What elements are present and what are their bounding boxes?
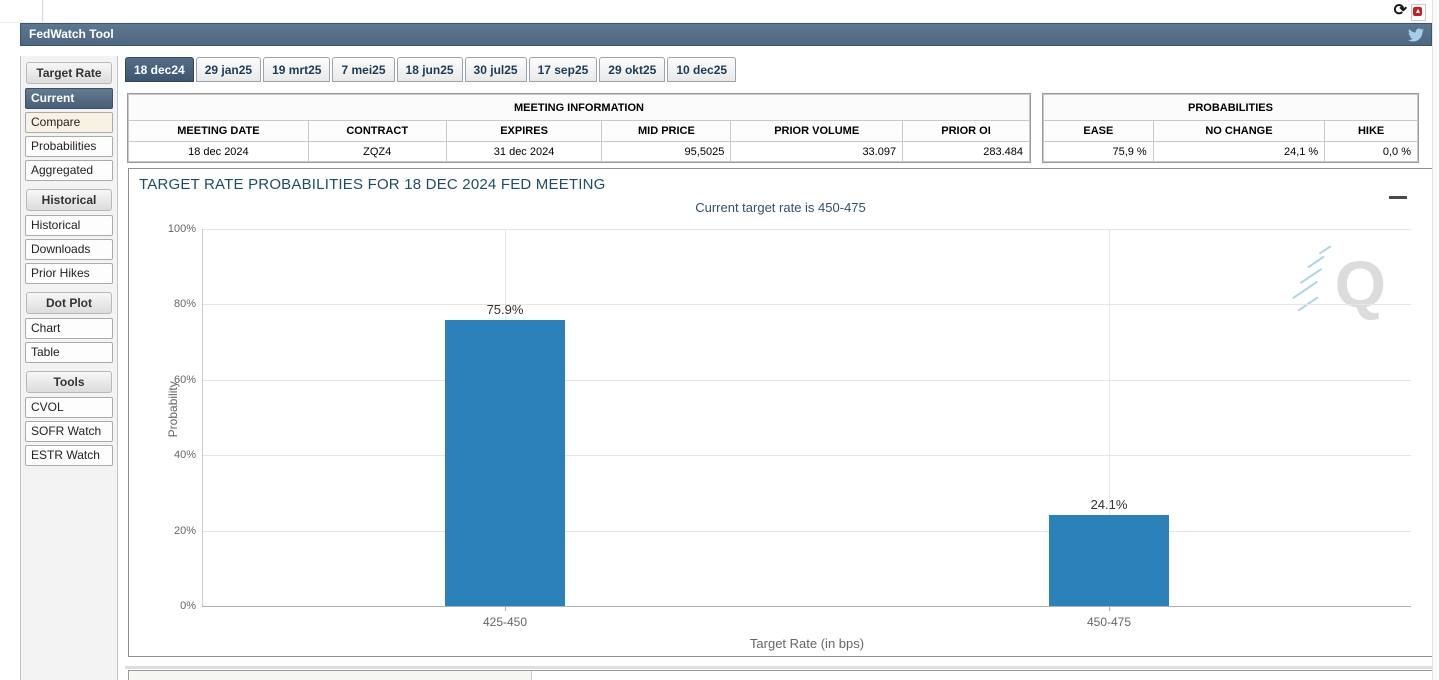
probabilities-value: 75,9 % — [1043, 141, 1154, 162]
meeting_info-col-prior-oi: PRIOR OI — [902, 120, 1030, 142]
sidebar-item-probabilities[interactable]: Probabilities — [25, 136, 113, 157]
panel-gap — [125, 666, 1433, 669]
tab-18-dec24[interactable]: 18 dec24 — [125, 57, 194, 82]
probabilities-col-ease: EASE — [1043, 120, 1154, 142]
probabilities-col-hike: HIKE — [1324, 120, 1418, 142]
probabilities-header-row: EASE NO CHANGE HIKE — [1043, 120, 1418, 142]
sidebar-section-target-rate: Target Rate — [26, 62, 112, 84]
y-tick-label: 20% — [173, 524, 196, 537]
sidebar-item-sofr-watch[interactable]: SOFR Watch — [25, 421, 113, 442]
meeting_info-value: 95,5025 — [601, 141, 732, 162]
page-right-edge — [1432, 0, 1439, 680]
hamburger-bar — [1389, 195, 1407, 199]
sidebar: Target Rate Current Compare Probabilities Ag… — [20, 56, 118, 680]
y-tick-label: 40% — [173, 449, 196, 462]
sidebar-item-table[interactable]: Table — [25, 342, 113, 363]
tab-10-dec25[interactable]: 10 dec25 — [667, 57, 737, 82]
y-gridline — [203, 530, 1411, 532]
fedwatch-header-bar: FedWatch Tool — [20, 23, 1432, 46]
meeting_info-value-row: 18 dec 2024 ZQZ4 31 dec 2024 95,5025 33.097 2… — [128, 141, 1030, 162]
y-axis-title: Probability — [166, 380, 181, 437]
chart-menu-icon[interactable] — [1389, 185, 1418, 201]
meeting_info-value: 33.097 — [730, 141, 904, 162]
meeting-information-table: MEETING INFORMATION MEETING DATE CONTRACT E… — [127, 93, 1031, 163]
y-gridline — [203, 379, 1411, 381]
y-tick-label: 100% — [167, 223, 196, 235]
pdf-icon-glyph: ▲ — [1414, 8, 1422, 15]
divider — [42, 0, 43, 22]
meeting_info-col-expires: EXPIRES — [445, 120, 603, 142]
tab-19-mrt25[interactable]: 19 mrt25 — [263, 57, 331, 82]
twitter-icon[interactable] — [1408, 27, 1424, 43]
y-gridline — [203, 304, 1411, 306]
bar-value-label: 75.9% — [486, 301, 524, 317]
x-axis-title: Target Rate (in bps) — [749, 636, 865, 651]
bar-425-450[interactable] — [445, 319, 565, 606]
y-gridline — [203, 455, 1411, 457]
y-gridline — [203, 229, 1411, 230]
chart-panel: TARGET RATE PROBABILITIES FOR 18 DEC 202… — [128, 168, 1433, 657]
meeting_info-col-prior-volume: PRIOR VOLUME — [730, 120, 904, 142]
sidebar-section-tools: Tools — [26, 371, 112, 393]
sidebar-item-historical[interactable]: Historical — [25, 215, 113, 236]
chart-title: TARGET RATE PROBABILITIES FOR 18 DEC 202… — [139, 176, 606, 193]
y-tick-label: 80% — [173, 298, 196, 311]
bar-450-475[interactable] — [1049, 515, 1169, 606]
x-tick-mark — [505, 606, 506, 611]
probabilities-title: PROBABILITIES — [1043, 94, 1418, 121]
sidebar-section-historical: Historical — [26, 189, 112, 211]
sidebar-item-prior-hikes[interactable]: Prior Hikes — [25, 263, 113, 284]
chart-plot-area: Probability Target Rate (in bps) 0% 20% 40… — [166, 223, 1411, 651]
meeting_info-value: 31 dec 2024 — [445, 141, 603, 162]
sidebar-item-aggregated[interactable]: Aggregated — [25, 160, 113, 181]
meeting_info-value: ZQZ4 — [307, 141, 447, 162]
pdf-export-icon[interactable]: ▲ — [1411, 4, 1426, 21]
probabilities-col-no-change: NO CHANGE — [1152, 120, 1326, 142]
y-axis-line — [202, 229, 203, 606]
meeting_info-title: MEETING INFORMATION — [128, 94, 1030, 121]
sidebar-section-dot-plot: Dot Plot — [26, 292, 112, 314]
probabilities-value: 0,0 % — [1324, 141, 1418, 162]
sidebar-item-estr-watch[interactable]: ESTR Watch — [25, 445, 113, 466]
sidebar-item-current[interactable]: Current — [25, 88, 113, 109]
meeting_info-value: 18 dec 2024 — [128, 141, 309, 162]
x-category-label: 425-450 — [482, 615, 528, 629]
meeting-date-tabs: 18 dec24 29 jan25 19 mrt25 7 mei25 18 jun25 3… — [125, 57, 738, 84]
app-title: FedWatch Tool — [29, 27, 114, 41]
tab-17-sep25[interactable]: 17 sep25 — [528, 57, 598, 82]
x-tick-mark — [1109, 606, 1110, 611]
tab-7-mei25[interactable]: 7 mei25 — [332, 57, 395, 82]
y-tick-label: 0% — [180, 600, 196, 612]
meeting_info-col-mid-price: MID PRICE — [601, 120, 732, 142]
tab-18-jun25[interactable]: 18 jun25 — [396, 57, 463, 82]
tab-29-jan25[interactable]: 29 jan25 — [195, 57, 262, 82]
browser-top-strip: ⟳ ▲ — [0, 0, 1439, 23]
y-tick-label: 60% — [173, 373, 196, 386]
sidebar-item-chart[interactable]: Chart — [25, 318, 113, 339]
probabilities-value: 24,1 % — [1152, 141, 1326, 162]
chart-subtitle: Current target rate is 450-475 — [695, 200, 866, 215]
probabilities-title-row: PROBABILITIES — [1043, 94, 1418, 121]
main-content: 18 dec24 29 jan25 19 mrt25 7 mei25 18 jun25 3… — [125, 56, 1433, 680]
meeting_info-col-meeting-date: MEETING DATE — [128, 120, 309, 142]
tab-29-okt25[interactable]: 29 okt25 — [599, 57, 666, 82]
meeting_info-value: 283.484 — [902, 141, 1030, 162]
probabilities-table: PROBABILITIES EASE NO CHANGE HIKE 75,9 % 24,1… — [1042, 93, 1419, 163]
probabilities-value-row: 75,9 % 24,1 % 0,0 % — [1043, 141, 1418, 162]
x-category-label: 450-475 — [1086, 615, 1132, 629]
meeting_info-title-row: MEETING INFORMATION — [128, 94, 1030, 121]
refresh-icon[interactable]: ⟳ — [1394, 1, 1407, 21]
tab-30-jul25[interactable]: 30 jul25 — [464, 57, 527, 82]
sidebar-item-cvol[interactable]: CVOL — [25, 397, 113, 418]
bar-value-label: 24.1% — [1090, 497, 1128, 513]
x-axis-line — [202, 606, 1411, 607]
meeting_info-col-contract: CONTRACT — [307, 120, 447, 142]
next-section-partial — [128, 670, 1433, 680]
sidebar-item-compare[interactable]: Compare — [25, 112, 113, 133]
meeting_info-header-row: MEETING DATE CONTRACT EXPIRES MID PRICE PRIO… — [128, 120, 1030, 142]
sidebar-item-downloads[interactable]: Downloads — [25, 239, 113, 260]
next-section-cell — [129, 671, 532, 680]
